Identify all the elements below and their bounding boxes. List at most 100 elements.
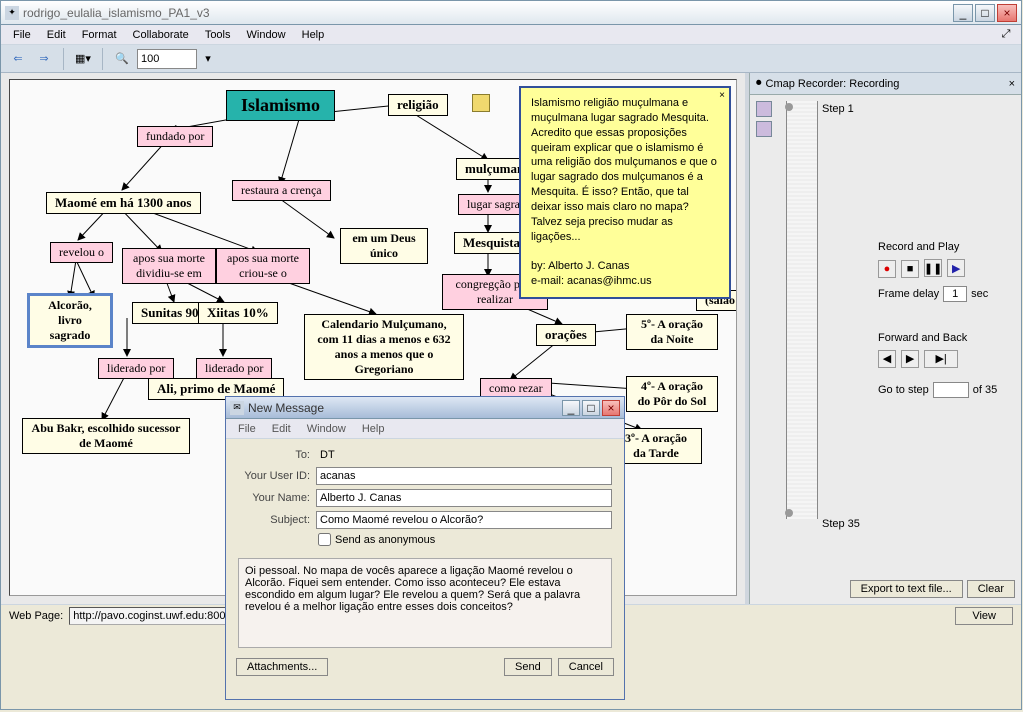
recorder-title: Cmap Recorder: Recording	[766, 78, 900, 90]
anon-label: Send as anonymous	[335, 534, 435, 546]
goto-label: Go to step	[878, 384, 929, 396]
window-title: rodrigo_eulalia_islamismo_PA1_v3	[23, 6, 953, 20]
step35-label: Step 35	[822, 518, 860, 530]
node-maome[interactable]: Maomé em há 1300 anos	[46, 192, 201, 214]
menu-collaborate[interactable]: Collaborate	[125, 27, 197, 43]
link-fundado[interactable]: fundado por	[137, 126, 213, 147]
minimize-button[interactable]: _	[953, 4, 973, 22]
link-apos2[interactable]: apos sua morte criou-se o	[216, 248, 310, 284]
recorder-panel: ⏺ Cmap Recorder: Recording × Step 1	[749, 73, 1021, 604]
scale-dropdown[interactable]: ▦▾	[72, 48, 94, 70]
node-oracoes[interactable]: orações	[536, 324, 596, 346]
frame-delay-label: Frame delay	[878, 288, 939, 300]
dialog-minimize-button[interactable]: _	[562, 400, 580, 416]
node-or5[interactable]: 5º- A oração da Noite	[626, 314, 718, 350]
anon-checkbox[interactable]	[318, 533, 331, 546]
menu-window[interactable]: Window	[239, 27, 294, 43]
subject-input[interactable]	[316, 511, 612, 529]
menu-format[interactable]: Format	[74, 27, 125, 43]
step-buttons: ◀ ▶ ▶|	[878, 350, 1015, 368]
close-button[interactable]: ×	[997, 4, 1017, 22]
node-xiitas[interactable]: Xiitas 10%	[198, 302, 278, 324]
node-deus[interactable]: em um Deus único	[340, 228, 428, 264]
annotation-note[interactable]: × Islamismo religião muçulmana e muçulma…	[519, 86, 731, 299]
dialog-icon: ✉	[230, 401, 244, 415]
zoom-drop-icon[interactable]: ▾	[201, 48, 215, 70]
to-label: To:	[238, 449, 310, 461]
cancel-button[interactable]: Cancel	[558, 658, 614, 676]
name-input[interactable]	[316, 489, 612, 507]
link-apos1[interactable]: apos sua morte dividiu-se em	[122, 248, 216, 284]
recorder-icon: ⏺	[756, 77, 762, 90]
node-abu[interactable]: Abu Bakr, escolhido sucessor de Maomé	[22, 418, 190, 454]
titlebar: ✦ rodrigo_eulalia_islamismo_PA1_v3 _ □ ×	[1, 1, 1021, 25]
link-lider2[interactable]: liderado por	[196, 358, 272, 379]
dialog-menu-edit: Edit	[264, 421, 299, 437]
to-value: DT	[316, 447, 339, 463]
toolbar: ⇐ ⇒ ▦▾ 🔍 ▾	[1, 45, 1021, 73]
node-religiao[interactable]: religião	[388, 94, 448, 116]
pause-button[interactable]: ❚❚	[924, 259, 942, 277]
rec-tool-2[interactable]	[756, 121, 772, 137]
maximize-button[interactable]: □	[975, 4, 995, 22]
rec-tool-1[interactable]	[756, 101, 772, 117]
dialog-menu-help[interactable]: Help	[354, 421, 393, 437]
clear-button[interactable]: Clear	[967, 580, 1015, 598]
forward-back-label: Forward and Back	[878, 332, 1015, 344]
dialog-title: New Message	[248, 401, 562, 415]
note-close-icon[interactable]: ×	[719, 89, 725, 103]
step-fwd-button[interactable]: ▶	[901, 350, 919, 368]
timeline-marker-top[interactable]	[785, 103, 793, 111]
recorder-close-icon[interactable]: ×	[1009, 78, 1015, 90]
send-button[interactable]: Send	[504, 658, 552, 676]
dialog-maximize-button[interactable]: □	[582, 400, 600, 416]
expand-icon[interactable]: ⤢	[995, 24, 1017, 46]
note-icon[interactable]	[472, 94, 490, 112]
record-button[interactable]: ●	[878, 260, 896, 278]
stop-button[interactable]: ■	[901, 260, 919, 278]
of35-label: of 35	[973, 384, 997, 396]
frame-delay-input[interactable]	[943, 286, 967, 302]
dialog-menu-window[interactable]: Window	[299, 421, 354, 437]
menu-edit[interactable]: Edit	[39, 27, 74, 43]
dialog-menu-file[interactable]: File	[230, 421, 264, 437]
menu-tools[interactable]: Tools	[197, 27, 239, 43]
message-body[interactable]: Oi pessoal. No mapa de vocês aparece a l…	[238, 558, 612, 648]
subject-label: Subject:	[238, 514, 310, 526]
zoom-input[interactable]	[137, 49, 197, 69]
view-button[interactable]: View	[955, 607, 1013, 625]
node-alcorao[interactable]: Alcorão, livro sagrado	[28, 294, 112, 347]
menu-help[interactable]: Help	[294, 27, 333, 43]
node-calend[interactable]: Calendario Mulçumano, com 11 dias a meno…	[304, 314, 464, 380]
node-or4[interactable]: 4º- A oração do Pôr do Sol	[626, 376, 718, 412]
node-mesquista[interactable]: Mesquista	[454, 232, 529, 254]
dialog-close-button[interactable]: ×	[602, 400, 620, 416]
name-label: Your Name:	[238, 492, 310, 504]
userid-input[interactable]	[316, 467, 612, 485]
node-islamismo[interactable]: Islamismo	[226, 90, 335, 121]
record-play-label: Record and Play	[878, 241, 1015, 253]
menubar: File Edit Format Collaborate Tools Windo…	[1, 25, 1021, 45]
attachments-button[interactable]: Attachments...	[236, 658, 328, 676]
goto-input[interactable]	[933, 382, 969, 398]
step-back-button[interactable]: ◀	[878, 350, 896, 368]
menu-file[interactable]: File	[5, 27, 39, 43]
note-body: Islamismo religião muçulmana e muçulmana…	[531, 96, 719, 244]
back-button[interactable]: ⇐	[7, 48, 29, 70]
link-restaura[interactable]: restaura a crença	[232, 180, 331, 201]
play-button[interactable]: ▶	[947, 259, 965, 277]
step-last-button[interactable]: ▶|	[924, 350, 958, 368]
timeline-marker-bottom[interactable]	[785, 509, 793, 517]
export-button[interactable]: Export to text file...	[850, 580, 963, 598]
timeline[interactable]	[786, 101, 818, 519]
step1-label: Step 1	[822, 103, 864, 115]
forward-button[interactable]: ⇒	[33, 48, 55, 70]
link-revelou[interactable]: revelou o	[50, 242, 113, 263]
link-lider1[interactable]: liderado por	[98, 358, 174, 379]
webpage-label: Web Page:	[9, 610, 63, 622]
app-icon: ✦	[5, 6, 19, 20]
play-buttons: ● ■ ❚❚ ▶	[878, 259, 1015, 278]
sec-label: sec	[971, 288, 988, 300]
note-email: e-mail: acanas@ihmc.us	[531, 274, 719, 289]
zoom-icon[interactable]: 🔍	[111, 48, 133, 70]
